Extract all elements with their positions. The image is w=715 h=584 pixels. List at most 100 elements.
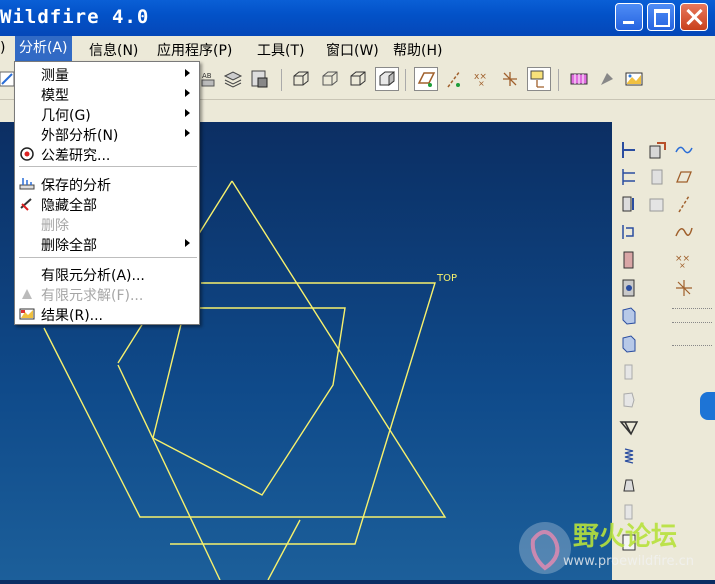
shell-tool-icon[interactable] [619, 306, 639, 326]
close-button[interactable] [680, 3, 708, 31]
menu-item-fem-solve: 有限元求解(F)... [15, 284, 199, 304]
pattern-tool-icon[interactable] [619, 418, 639, 438]
menu-window[interactable]: 窗口(W) [326, 40, 379, 60]
title-bar: Wildfire 4.0 [0, 0, 715, 36]
rib-tool-icon[interactable] [619, 334, 639, 354]
menu-analysis[interactable]: 分析(A) [15, 36, 72, 61]
face-tool-icon[interactable] [647, 167, 667, 187]
draft-tool-icon[interactable] [619, 362, 639, 382]
toolbar-separator [405, 69, 406, 91]
dotted-divider [672, 322, 712, 324]
menu-item-external-analysis[interactable]: 外部分析(N) [15, 124, 199, 144]
appearance-gallery-icon[interactable] [569, 69, 589, 89]
submenu-arrow-icon [185, 69, 190, 77]
toolbar-separator [558, 69, 559, 91]
paint-icon[interactable] [597, 69, 617, 89]
watermark-brand: 野火论坛 [573, 522, 678, 552]
watermark-url: www.proewildfire.cn [563, 554, 694, 569]
menu-item-fem-analysis[interactable]: 有限元分析(A)... [15, 264, 199, 284]
menu-item-tolerance-study[interactable]: 公差研究... [15, 144, 199, 164]
layers-icon[interactable] [223, 69, 243, 89]
tolerance-icon [20, 147, 34, 161]
maximize-button[interactable] [647, 3, 675, 31]
submenu-arrow-icon [185, 89, 190, 97]
fill-tool-icon[interactable] [647, 194, 667, 214]
diagonal-line-left [117, 364, 221, 580]
revolve-tool-icon[interactable] [619, 222, 639, 242]
menu-item-label: 有限元分析(A)... [41, 268, 145, 284]
datum-point-tool-icon[interactable]: ××× [674, 250, 694, 270]
coordinate-systems-icon[interactable] [500, 69, 520, 89]
hexagon-shape [152, 307, 346, 496]
coordinate-system-tool-icon[interactable] [674, 278, 694, 298]
menu-item-label: 结果(R)... [41, 308, 104, 324]
menu-item-label: 模型 [41, 88, 69, 104]
weight-tool-icon[interactable] [619, 474, 639, 494]
hide-all-icon [20, 198, 32, 211]
shading-display-icon[interactable] [375, 67, 399, 91]
submenu-arrow-icon [185, 239, 190, 247]
sweep-tool-icon[interactable] [619, 250, 639, 270]
menu-item-label: 公差研究... [41, 148, 111, 164]
menu-item-delete-all[interactable]: 删除全部 [15, 234, 199, 254]
wireframe-display-icon[interactable] [291, 69, 311, 89]
dotted-divider [672, 308, 712, 310]
axis-line-tool-icon[interactable] [674, 194, 694, 214]
menu-item-label: 删除全部 [41, 238, 97, 254]
menu-item-measure[interactable]: 测量 [15, 64, 199, 84]
spring-tool-icon[interactable] [619, 446, 639, 466]
feature-toolbar: ×× × [612, 100, 715, 580]
svg-text:AB: AB [202, 72, 212, 80]
round-tool-icon[interactable] [619, 390, 639, 410]
render-icon[interactable] [624, 69, 644, 89]
svg-text:×: × [679, 261, 686, 270]
datum-axes-icon[interactable] [444, 69, 464, 89]
diagonal-line-right [267, 519, 301, 580]
view-manager-icon[interactable] [250, 69, 270, 89]
style-curve-icon[interactable] [674, 140, 694, 160]
menu-item-label: 测量 [41, 68, 69, 84]
menu-help[interactable]: 帮助(H) [393, 40, 442, 60]
layer-ab-icon[interactable]: AB [200, 69, 220, 89]
datum-points-icon[interactable]: x×× [472, 69, 492, 89]
menu-item-saved-analysis[interactable]: 保存的分析 [15, 174, 199, 194]
menu-item-results[interactable]: 结果(R)... [15, 304, 199, 324]
window-title: Wildfire 4.0 [0, 6, 150, 28]
menu-item-delete: 删除 [15, 214, 199, 234]
forum-watermark: 野火论坛 www.proewildfire.cn [503, 512, 715, 580]
toolbar-separator [281, 69, 282, 91]
hole-tool-icon[interactable] [619, 278, 639, 298]
menu-item-label: 删除 [41, 218, 69, 234]
fem-solve-icon [22, 289, 32, 299]
menu-item-geometry[interactable]: 几何(G) [15, 104, 199, 124]
curve-tool-icon[interactable] [674, 222, 694, 242]
no-hidden-display-icon[interactable] [348, 69, 368, 89]
menu-separator [19, 166, 197, 167]
menu-item-label: 隐藏全部 [41, 198, 97, 214]
annotation-display-icon[interactable] [527, 67, 551, 91]
menu-item-model[interactable]: 模型 [15, 84, 199, 104]
saved-analysis-icon [19, 178, 35, 190]
svg-text:×: × [478, 79, 485, 88]
datum-plane-tool-icon[interactable] [619, 140, 639, 160]
menu-separator [19, 257, 197, 258]
menu-info[interactable]: 信息(N) [89, 40, 138, 60]
extrude-tool-icon[interactable] [619, 194, 639, 214]
results-icon [19, 308, 35, 320]
minimize-button[interactable] [615, 3, 643, 31]
menu-item-partial[interactable]: ) [0, 40, 5, 56]
submenu-arrow-icon [185, 129, 190, 137]
datum-axis-tool-icon[interactable] [619, 167, 639, 187]
side-panel-handle[interactable] [700, 392, 715, 420]
hidden-line-display-icon[interactable] [320, 69, 340, 89]
sketch-tool-icon[interactable] [647, 140, 667, 160]
plane-tool-icon[interactable] [674, 167, 694, 187]
menu-tools[interactable]: 工具(T) [257, 40, 304, 60]
menu-applications[interactable]: 应用程序(P) [157, 40, 232, 60]
analysis-dropdown-menu: 测量 模型 几何(G) 外部分析(N) 公差研究... 保存的分析 隐藏全部 删… [14, 61, 200, 325]
menu-item-hide-all[interactable]: 隐藏全部 [15, 194, 199, 214]
menu-bar: ) 分析(A) 信息(N) 应用程序(P) 工具(T) 窗口(W) 帮助(H) [0, 36, 715, 61]
datum-planes-icon[interactable] [414, 67, 438, 91]
menu-item-label: 外部分析(N) [41, 128, 119, 144]
dotted-divider [672, 345, 712, 347]
